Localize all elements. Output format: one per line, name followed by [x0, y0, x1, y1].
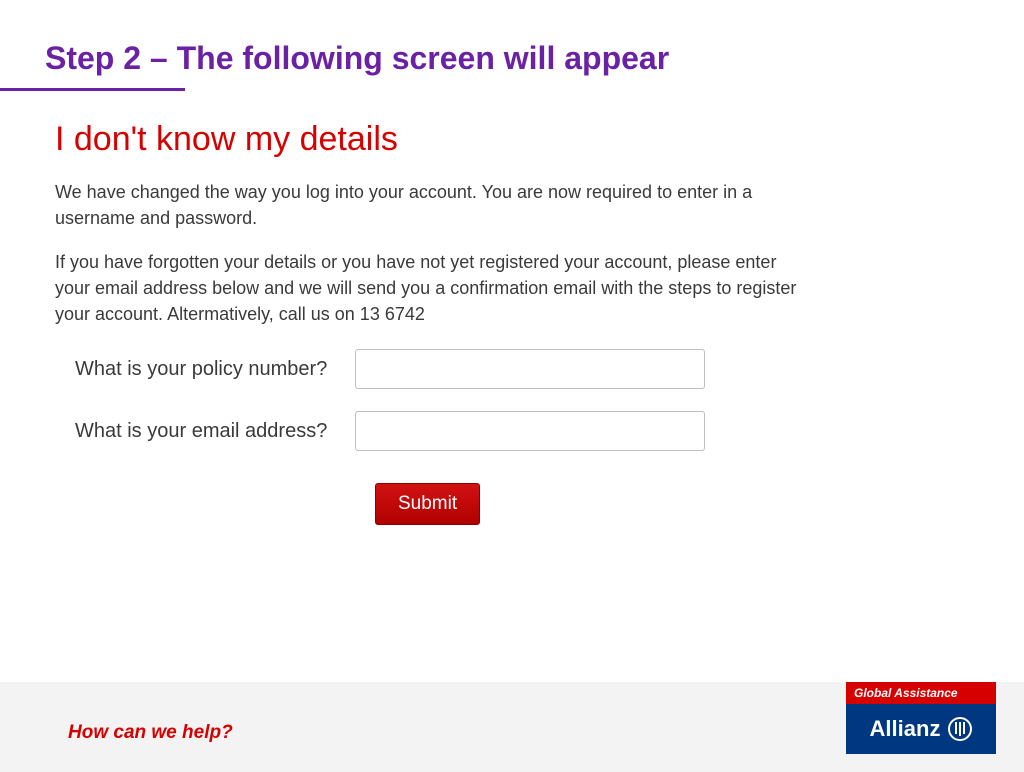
footer-tagline: How can we help?	[68, 722, 233, 744]
form-row-email: What is your email address?	[55, 411, 815, 451]
allianz-eagle-icon	[948, 717, 972, 741]
intro-paragraph-1: We have changed the way you log into you…	[55, 179, 800, 231]
email-address-input[interactable]	[355, 411, 705, 451]
policy-number-label: What is your policy number?	[55, 358, 355, 381]
submit-button[interactable]: Submit	[375, 483, 480, 525]
submit-row: Submit	[375, 483, 815, 525]
allianz-logo: Global Assistance Allianz	[846, 682, 996, 754]
content-area: I don't know my details We have changed …	[55, 120, 815, 525]
allianz-logo-main: Allianz	[846, 704, 996, 754]
allianz-wordmark: Allianz	[870, 716, 941, 742]
intro-paragraph-2: If you have forgotten your details or yo…	[55, 249, 800, 327]
policy-number-input[interactable]	[355, 349, 705, 389]
slide: Step 2 – The following screen will appea…	[0, 0, 1024, 772]
allianz-logo-top: Global Assistance	[846, 682, 996, 704]
form-row-policy: What is your policy number?	[55, 349, 815, 389]
step-title: Step 2 – The following screen will appea…	[45, 40, 669, 77]
subheading: I don't know my details	[55, 120, 815, 159]
title-underline	[0, 88, 185, 91]
email-address-label: What is your email address?	[55, 420, 355, 443]
